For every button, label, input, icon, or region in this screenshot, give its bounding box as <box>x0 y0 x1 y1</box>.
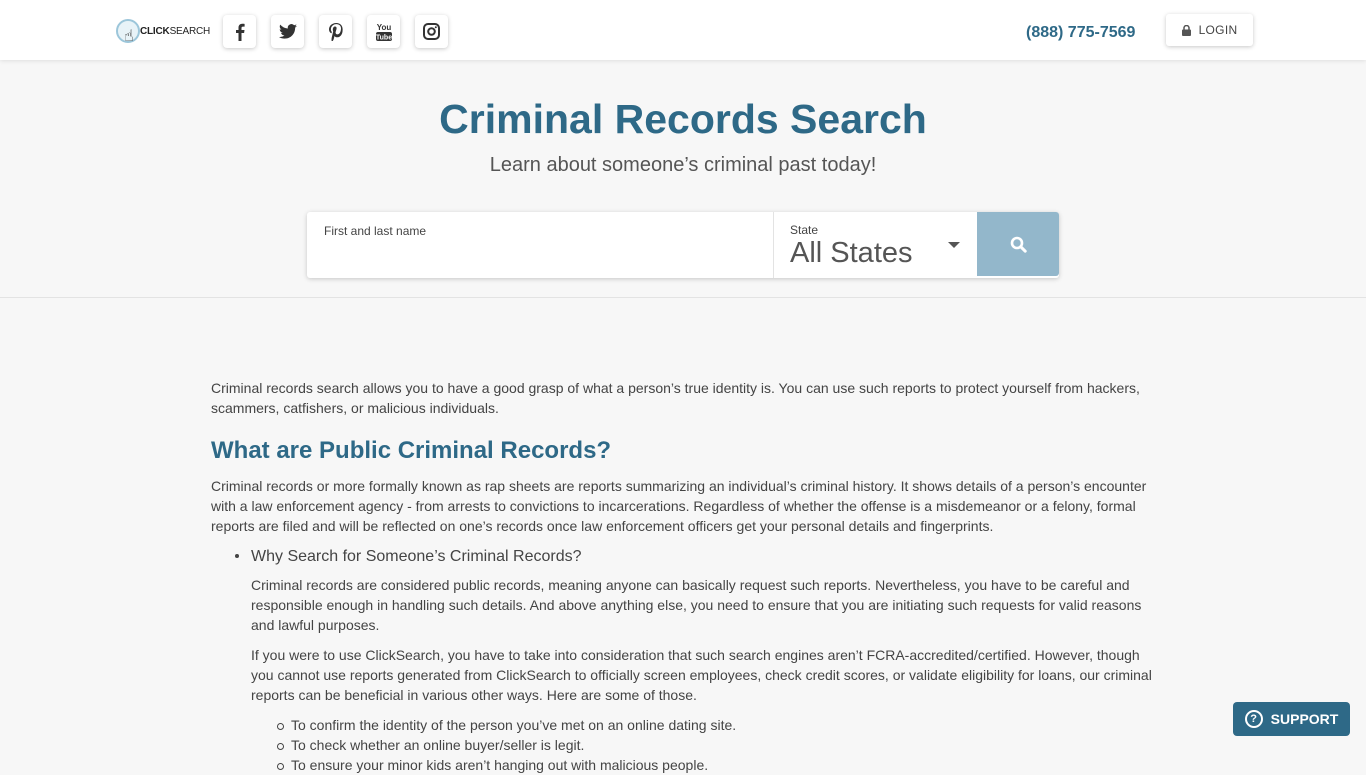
youtube-icon: You Tube <box>375 23 391 42</box>
page-title: Criminal Records Search <box>439 96 927 142</box>
search-form: First and last name State All States <box>307 212 1059 278</box>
svg-text:Tube: Tube <box>375 34 391 41</box>
support-button[interactable]: ? SUPPORT <box>1233 702 1350 736</box>
phone-number[interactable]: (888) 775-7569 <box>1026 24 1135 42</box>
youtube-button[interactable]: You Tube <box>367 15 400 48</box>
login-button[interactable]: LOGIN <box>1166 14 1253 46</box>
facebook-icon <box>235 23 245 41</box>
lock-icon <box>1181 24 1191 36</box>
state-value: All States <box>790 237 913 269</box>
sub-list: To confirm the identity of the person yo… <box>251 715 1156 775</box>
name-label: First and last name <box>324 224 427 238</box>
instagram-button[interactable] <box>415 15 448 48</box>
search-icon <box>1010 236 1027 253</box>
bullet-paragraph-1: Criminal records are considered public r… <box>251 577 1142 633</box>
hero-section: Criminal Records Search Learn about some… <box>0 60 1366 298</box>
intro-paragraph: Criminal records search allows you to ha… <box>211 380 1140 416</box>
sub-list-item: To confirm the identity of the person yo… <box>277 715 1156 735</box>
bullet-dot <box>235 554 239 558</box>
cursor-hand-icon: ☝ <box>116 19 140 45</box>
page-subtitle: Learn about someone’s criminal past toda… <box>489 154 877 176</box>
chevron-down-icon <box>948 242 960 248</box>
svg-text:You: You <box>376 23 391 32</box>
twitter-icon <box>278 24 297 39</box>
support-label: SUPPORT <box>1270 711 1339 727</box>
bullet-title: Why Search for Someone’s Criminal Record… <box>251 548 582 565</box>
top-navbar: ☝ CLICKSEARCH You Tube (888) 775-7569 LO… <box>0 0 1366 60</box>
section-paragraph: Criminal records or more formally known … <box>211 478 1147 534</box>
sub-list-item: To check whether an online buyer/seller … <box>277 735 1156 755</box>
section-heading: What are Public Criminal Records? <box>211 437 612 464</box>
bullet-list: Why Search for Someone’s Criminal Record… <box>211 546 1156 775</box>
article-content: Criminal records search allows you to ha… <box>211 378 1156 775</box>
facebook-button[interactable] <box>223 15 256 48</box>
state-select[interactable]: State All States <box>773 212 977 278</box>
pinterest-icon <box>328 22 343 41</box>
sub-list-item: To ensure your minor kids aren’t hanging… <box>277 755 1156 775</box>
instagram-icon <box>423 23 440 40</box>
list-item: Why Search for Someone’s Criminal Record… <box>235 546 1156 775</box>
search-button[interactable] <box>977 212 1059 276</box>
state-label: State <box>790 223 819 237</box>
name-input[interactable] <box>323 242 753 270</box>
twitter-button[interactable] <box>271 15 304 48</box>
login-label: LOGIN <box>1198 23 1238 37</box>
name-field[interactable]: First and last name <box>307 212 773 278</box>
help-icon: ? <box>1244 710 1263 728</box>
clicksearch-logo[interactable]: ☝ CLICKSEARCH <box>116 14 211 48</box>
logo-text: CLICKSEARCH <box>140 25 211 37</box>
bullet-paragraph-2: If you were to use ClickSearch, you have… <box>251 647 1152 703</box>
pinterest-button[interactable] <box>319 15 352 48</box>
